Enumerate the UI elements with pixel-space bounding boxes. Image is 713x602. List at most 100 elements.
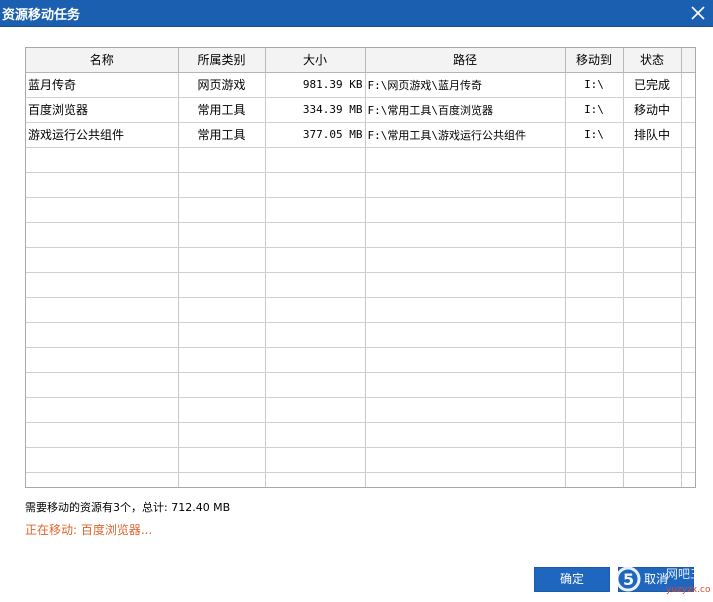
watermark-sub: yuzyzx.com [666,585,711,595]
cell-destination: I:\ [565,97,624,123]
empty-cell [565,372,624,398]
empty-cell [565,222,624,248]
empty-cell [365,197,566,223]
empty-cell [178,172,266,198]
empty-cell [26,347,179,373]
column-header-status[interactable]: 状态 [623,48,682,73]
empty-cell [681,472,695,487]
empty-cell [365,297,566,323]
cell-size: 981.39 KB [265,72,366,98]
empty-cell [681,272,695,298]
empty-cell [623,472,682,487]
empty-cell [365,272,566,298]
empty-cell [623,147,682,173]
table-row[interactable]: 游戏运行公共组件 常用工具 377.05 MB F:\常用工具\游戏运行公共组件… [26,122,695,148]
empty-row [26,197,695,223]
table-row[interactable]: 百度浏览器 常用工具 334.39 MB F:\常用工具\百度浏览器 I:\ 移… [26,97,695,123]
empty-cell [265,472,366,487]
empty-cell [178,322,266,348]
empty-cell [623,447,682,473]
task-table: 名称 所属类别 大小 路径 移动到 状态 蓝月传奇 网页游戏 981.39 KB… [25,47,696,488]
table-row[interactable]: 蓝月传奇 网页游戏 981.39 KB F:\网页游戏\蓝月传奇 I:\ 已完成 [26,72,695,98]
empty-cell [178,397,266,423]
column-header-destination[interactable]: 移动到 [565,48,624,73]
empty-row [26,272,695,298]
empty-row [26,347,695,373]
empty-cell [265,322,366,348]
empty-cell [265,197,366,223]
empty-cell [178,422,266,448]
cell-path: F:\常用工具\游戏运行公共组件 [365,122,566,148]
empty-cell [178,197,266,223]
empty-cell [26,222,179,248]
empty-cell [365,322,566,348]
empty-cell [178,222,266,248]
empty-cell [178,347,266,373]
empty-cell [565,447,624,473]
empty-cell [623,272,682,298]
empty-row [26,422,695,448]
empty-row [26,372,695,398]
empty-cell [623,347,682,373]
cell-status: 移动中 [623,97,682,123]
empty-row [26,247,695,273]
empty-cell [178,272,266,298]
empty-cell [26,447,179,473]
cell-path: F:\常用工具\百度浏览器 [365,97,566,123]
empty-cell [265,247,366,273]
ok-button[interactable]: 确定 [534,567,610,592]
empty-cell [365,172,566,198]
empty-cell [681,172,695,198]
empty-cell [265,347,366,373]
cell-category: 常用工具 [178,97,266,123]
empty-cell [178,372,266,398]
cell-name: 蓝月传奇 [26,72,179,98]
empty-cell [623,197,682,223]
empty-cell [681,147,695,173]
empty-row [26,222,695,248]
title-bar: 资源移动任务 [0,0,713,27]
empty-cell [26,172,179,198]
cell-size: 377.05 MB [265,122,366,148]
empty-cell [178,472,266,487]
close-icon[interactable] [689,4,707,22]
column-header-category[interactable]: 所属类别 [178,48,266,73]
empty-cell [265,447,366,473]
empty-cell [681,297,695,323]
cell-destination: I:\ [565,122,624,148]
empty-cell [26,372,179,398]
empty-cell [623,172,682,198]
empty-cell [26,422,179,448]
empty-cell [178,147,266,173]
window-title: 资源移动任务 [2,8,81,23]
empty-cell [26,472,179,487]
column-header-path[interactable]: 路径 [365,48,566,73]
empty-cell [565,472,624,487]
empty-cell [681,347,695,373]
empty-cell [26,272,179,298]
empty-cell [681,222,695,248]
empty-cell [265,422,366,448]
empty-cell [623,297,682,323]
empty-cell [565,347,624,373]
empty-cell [365,447,566,473]
empty-cell [265,397,366,423]
cell-path: F:\网页游戏\蓝月传奇 [365,72,566,98]
column-header-size[interactable]: 大小 [265,48,366,73]
cell-status: 已完成 [623,72,682,98]
column-header-name[interactable]: 名称 [26,48,179,73]
empty-cell [681,247,695,273]
empty-cell [681,397,695,423]
empty-cell [365,372,566,398]
empty-cell [178,297,266,323]
empty-cell [565,197,624,223]
cell-size: 334.39 MB [265,97,366,123]
empty-row [26,322,695,348]
empty-cell [623,222,682,248]
cell-filler [681,72,695,98]
svg-text:5: 5 [623,570,634,589]
empty-cell [565,147,624,173]
cell-destination: I:\ [565,72,624,98]
empty-cell [26,247,179,273]
empty-row [26,172,695,198]
